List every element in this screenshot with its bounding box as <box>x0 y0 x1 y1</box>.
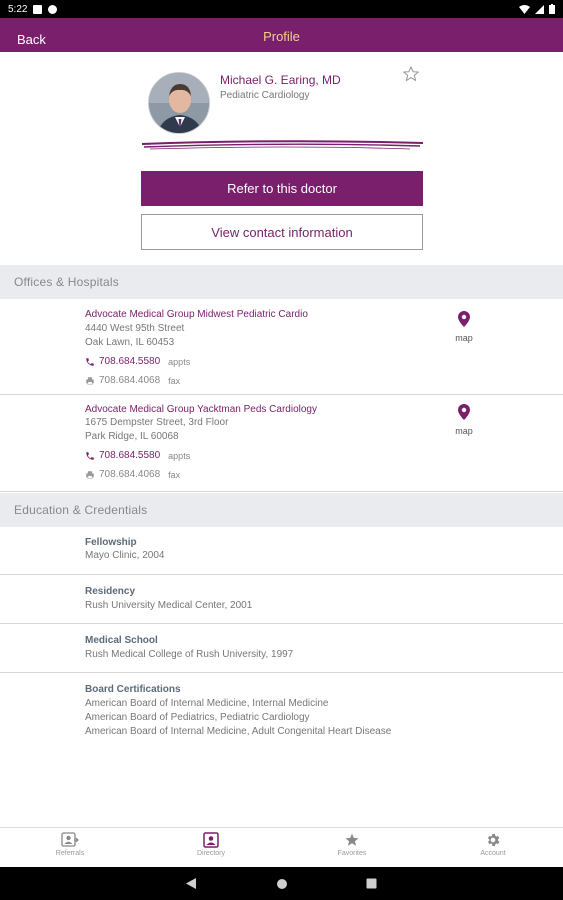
phone-number: 708.684.5580 <box>99 450 161 461</box>
office-fax: 708.684.4068 fax <box>85 375 180 386</box>
page-title: Profile <box>263 29 300 44</box>
office-item: Advocate Medical Group Midwest Pediatric… <box>0 299 563 395</box>
refer-button[interactable]: Refer to this doctor <box>141 171 423 206</box>
doctor-avatar <box>148 72 210 134</box>
nav-label: Account <box>480 850 506 857</box>
map-label: map <box>455 333 473 343</box>
credential-title: Board Certifications <box>85 684 181 695</box>
nav-account[interactable]: Account <box>443 832 543 857</box>
system-back-icon[interactable] <box>185 877 197 890</box>
credential-title: Medical School <box>85 635 158 646</box>
system-home-icon[interactable] <box>276 878 288 890</box>
nav-favorites[interactable]: Favorites <box>302 832 402 857</box>
credential-item: Medical School Rush Medical College of R… <box>0 624 563 673</box>
nav-label: Favorites <box>337 850 367 857</box>
notification-icon <box>33 4 43 14</box>
credential-title: Residency <box>85 586 136 597</box>
system-recents-icon[interactable] <box>366 878 377 889</box>
battery-icon <box>549 4 555 14</box>
map-button[interactable]: map <box>452 311 476 343</box>
wifi-icon <box>519 4 530 14</box>
credential-item: Residency Rush University Medical Center… <box>0 575 563 624</box>
offices-section-header: Offices & Hospitals <box>0 265 563 299</box>
doctor-name: Michael G. Earing, MD <box>220 73 341 87</box>
star-icon <box>345 833 359 846</box>
office-fax: 708.684.4068 fax <box>85 469 180 480</box>
fax-number: 708.684.4068 <box>99 469 161 480</box>
fax-label: fax <box>168 469 181 480</box>
office-address-line1: 1675 Dempster Street, 3rd Floor <box>85 417 229 428</box>
credential-line: American Board of Internal Medicine, Adu… <box>85 726 392 737</box>
office-address-line2: Park Ridge, IL 60068 <box>85 431 179 442</box>
fax-icon <box>86 470 94 479</box>
decorative-swoosh <box>141 140 424 150</box>
phone-label: appts <box>168 450 191 461</box>
phone-icon <box>86 357 94 366</box>
nav-label: Referrals <box>55 850 85 857</box>
fax-icon <box>86 376 94 385</box>
status-bar: 5:22 <box>0 0 563 18</box>
system-nav-bar <box>0 867 563 900</box>
fax-number: 708.684.4068 <box>99 375 161 386</box>
office-item: Advocate Medical Group Yacktman Peds Car… <box>0 396 563 492</box>
signal-icon <box>535 4 544 14</box>
credential-line: American Board of Internal Medicine, Int… <box>85 698 329 709</box>
phone-number: 708.684.5580 <box>99 356 161 367</box>
bottom-nav: Referrals Directory Favorites Account <box>0 827 563 867</box>
referrals-icon <box>61 832 79 847</box>
office-name: Advocate Medical Group Yacktman Peds Car… <box>85 404 317 415</box>
app-bar: Back Profile <box>0 18 563 52</box>
nav-referrals[interactable]: Referrals <box>20 832 120 857</box>
phone-icon <box>86 451 94 460</box>
office-phone[interactable]: 708.684.5580 appts <box>85 356 190 367</box>
nav-label: Directory <box>196 850 225 857</box>
credential-line: Mayo Clinic, 2004 <box>85 550 165 561</box>
phone-label: appts <box>168 356 191 367</box>
notification-icon-2 <box>48 4 58 14</box>
credential-title: Fellowship <box>85 537 137 548</box>
credential-item: Fellowship Mayo Clinic, 2004 <box>0 527 563 575</box>
credential-line: Rush Medical College of Rush University,… <box>85 649 294 660</box>
view-contact-button[interactable]: View contact information <box>141 214 423 250</box>
office-phone[interactable]: 708.684.5580 appts <box>85 450 190 461</box>
education-section-header: Education & Credentials <box>0 493 563 527</box>
gear-icon <box>487 834 500 846</box>
office-address-line2: Oak Lawn, IL 60453 <box>85 337 175 348</box>
map-button[interactable]: map <box>452 404 476 436</box>
status-time: 5:22 <box>8 3 28 15</box>
credential-line: American Board of Pediatrics, Pediatric … <box>85 712 310 723</box>
directory-icon <box>203 832 219 848</box>
map-pin-icon <box>458 404 470 420</box>
favorite-star-icon[interactable] <box>402 65 420 83</box>
office-name: Advocate Medical Group Midwest Pediatric… <box>85 309 308 320</box>
fax-label: fax <box>168 375 181 386</box>
credential-item: Board Certifications American Board of I… <box>0 673 563 749</box>
doctor-specialty: Pediatric Cardiology <box>220 90 310 101</box>
nav-directory[interactable]: Directory <box>161 832 261 857</box>
credential-line: Rush University Medical Center, 2001 <box>85 600 253 611</box>
map-pin-icon <box>458 311 470 327</box>
map-label: map <box>455 426 473 436</box>
office-address-line1: 4440 West 95th Street <box>85 323 185 334</box>
